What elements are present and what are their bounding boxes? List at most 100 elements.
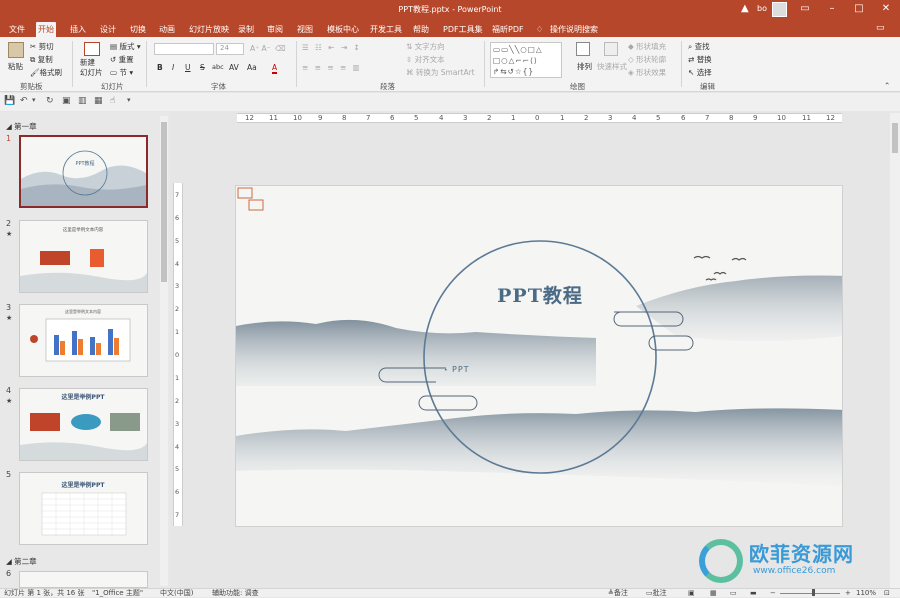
slide-thumbnail-1[interactable]: PPT教程 (19, 135, 148, 208)
tab-slideshow[interactable]: 幻灯片放映 (187, 22, 231, 37)
shapes-gallery[interactable]: ▭▭╲╲○□△ □○△⌐⌐⟨⟩ ↱⇆↺☆{} (490, 42, 562, 78)
format-painter-button[interactable]: 🖌格式刷 (30, 67, 62, 78)
tab-foxit-pdf[interactable]: 福昕PDF (490, 22, 526, 37)
paste-button[interactable]: 粘贴 (8, 61, 23, 72)
ruler-tick-label: 8 (729, 114, 734, 122)
tab-home[interactable]: 开始 (36, 22, 56, 37)
layout-button[interactable]: ▤ 版式 ▾ (110, 41, 141, 52)
tab-review[interactable]: 审阅 (265, 22, 285, 37)
redo-icon[interactable]: ↻ (46, 96, 54, 106)
section-header[interactable]: ◢ 第二章 (6, 556, 37, 567)
italic-button[interactable]: I (172, 63, 174, 72)
comment-marker-icon[interactable] (237, 187, 264, 211)
ruler-tick-label: 4 (632, 114, 637, 122)
scroll-thumb[interactable] (161, 122, 167, 282)
grow-font-button[interactable]: A⁺ A⁻ (250, 44, 271, 53)
shape-outline-button[interactable]: ◇ 形状轮廓 (628, 54, 666, 65)
slide-thumbnail-3[interactable]: 这里是举例文本内容 (19, 304, 148, 377)
undo-icon[interactable]: ↶ (20, 96, 28, 106)
tell-me-search[interactable]: 操作说明搜索 (548, 22, 600, 37)
replace-button[interactable]: ⇄ 替换 (688, 54, 712, 65)
section-button[interactable]: ▭ 节 ▾ (110, 67, 133, 78)
undo-dropdown-icon[interactable]: ▾ (32, 96, 36, 104)
start-icon[interactable]: ▦ (94, 96, 103, 106)
ribbon: 粘贴 ✂ 剪切 ⧉ 复制 🖌格式刷 剪贴板 新建 幻灯片 ▤ 版式 ▾ ↺ 重置… (0, 37, 900, 92)
presentation-icon[interactable]: ▣ (62, 96, 71, 106)
clear-format-icon[interactable]: ⌫ (275, 44, 286, 53)
select-button[interactable]: ↖ 选择 (688, 67, 712, 78)
tab-developer[interactable]: 开发工具 (368, 22, 404, 37)
font-size-field[interactable]: 24 (216, 43, 244, 55)
copy-button[interactable]: ⧉ 复制 (30, 54, 53, 65)
slide-canvas[interactable]: PPT教程 • PPT (235, 185, 843, 527)
tab-transitions[interactable]: 切换 (128, 22, 148, 37)
text-direction-button[interactable]: ⇅ 文字方向 (406, 41, 445, 52)
slide-thumbnail-4[interactable]: 这里是举例PPT (19, 388, 148, 461)
tab-record[interactable]: 录制 (236, 22, 256, 37)
zoom-slider[interactable] (780, 593, 840, 594)
save-icon[interactable]: 💾 (4, 96, 15, 106)
cut-button[interactable]: ✂ 剪切 (30, 41, 54, 52)
new-slide-icon[interactable] (84, 42, 100, 56)
find-button[interactable]: ⌕ 查找 (688, 41, 710, 52)
tab-animations[interactable]: 动画 (157, 22, 177, 37)
section-header[interactable]: ◢ 第一章 (6, 121, 37, 132)
quick-styles-button[interactable]: 快速样式 (597, 61, 627, 72)
collapse-ribbon-icon[interactable]: ⌃ (884, 81, 890, 90)
slide-2-preview: 这里是举例文本内容 (20, 226, 147, 292)
slide-title[interactable]: PPT教程 (497, 284, 583, 307)
shadow-button[interactable]: abc (212, 63, 224, 71)
watermark: 欧菲资源网 www.office26.com (697, 536, 897, 586)
tab-insert[interactable]: 插入 (68, 22, 88, 37)
strikethrough-button[interactable]: S (200, 63, 205, 72)
zoom-slider-thumb[interactable] (812, 589, 815, 596)
divider (296, 41, 297, 87)
align-text-button[interactable]: ⇳ 对齐文本 (406, 54, 445, 65)
horizontal-ruler[interactable]: 12 11 10 9 8 7 6 5 4 3 2 1 0 1 2 3 4 5 6 7 8 9 10 11 12 (237, 113, 842, 123)
underline-button[interactable]: U (185, 63, 191, 72)
align-buttons[interactable]: ≡ ≡ ≡ ≡ ▥ (302, 63, 362, 72)
tab-pdf-tools[interactable]: PDF工具集 (441, 22, 485, 37)
comment-icon[interactable]: ▭ (876, 23, 885, 33)
paste-icon[interactable] (8, 42, 24, 58)
tab-template-center[interactable]: 模板中心 (325, 22, 361, 37)
arrange-icon[interactable] (576, 42, 590, 56)
tab-design[interactable]: 设计 (98, 22, 118, 37)
slide-thumbnail-6[interactable] (19, 571, 148, 588)
slide-thumbnail-2[interactable]: 这里是举例文本内容 (19, 220, 148, 293)
arrange-button[interactable]: 排列 (577, 61, 592, 72)
thumbnail-scrollbar[interactable] (160, 116, 168, 586)
shape-fill-button[interactable]: ◆ 形状填充 (628, 41, 666, 52)
ruler-tick-label: 12 (826, 114, 835, 122)
touch-icon[interactable]: ☝ (110, 96, 115, 106)
customize-qat-icon[interactable]: ▾ (127, 96, 131, 104)
shape-effects-button[interactable]: ◈ 形状效果 (628, 67, 666, 78)
minimize-icon[interactable]: – (822, 3, 842, 14)
maximize-icon[interactable]: □ (849, 3, 869, 14)
list-buttons[interactable]: ☰ ☷ ⇤ ⇥ ↕ (302, 43, 362, 52)
tab-view[interactable]: 视图 (295, 22, 315, 37)
slide-thumbnail-5[interactable]: 这里是举例PPT (19, 472, 148, 545)
smartart-button[interactable]: ⌘ 转换为 SmartArt (406, 67, 475, 78)
tab-help[interactable]: 帮助 (411, 22, 431, 37)
close-icon[interactable]: ✕ (876, 3, 896, 14)
reset-button[interactable]: ↺ 重置 (110, 54, 134, 65)
ribbon-display-icon[interactable]: ▭ (795, 3, 815, 14)
vertical-ruler[interactable]: 7 6 5 4 3 2 1 0 1 2 3 4 5 6 7 (173, 183, 183, 526)
scroll-thumb[interactable] (892, 123, 898, 153)
new-slide-button[interactable]: 新建 幻灯片 (80, 58, 103, 78)
slide-bullet-text[interactable]: PPT (452, 365, 470, 374)
tab-file[interactable]: 文件 (7, 22, 27, 37)
font-color-button[interactable]: A (272, 63, 278, 74)
font-name-field[interactable] (154, 43, 214, 55)
format-icon[interactable]: ▥ (78, 96, 87, 106)
change-case-button[interactable]: Aa (247, 63, 257, 72)
editor-scrollbar[interactable] (890, 113, 900, 588)
avatar[interactable] (772, 2, 787, 17)
warning-icon[interactable]: ▲ (741, 3, 749, 14)
quick-styles-icon[interactable] (604, 42, 618, 56)
spacing-button[interactable]: AV (229, 63, 239, 72)
lightbulb-icon: ♢ (536, 25, 544, 34)
user-name[interactable]: bo (757, 4, 767, 13)
bold-button[interactable]: B (157, 63, 163, 72)
